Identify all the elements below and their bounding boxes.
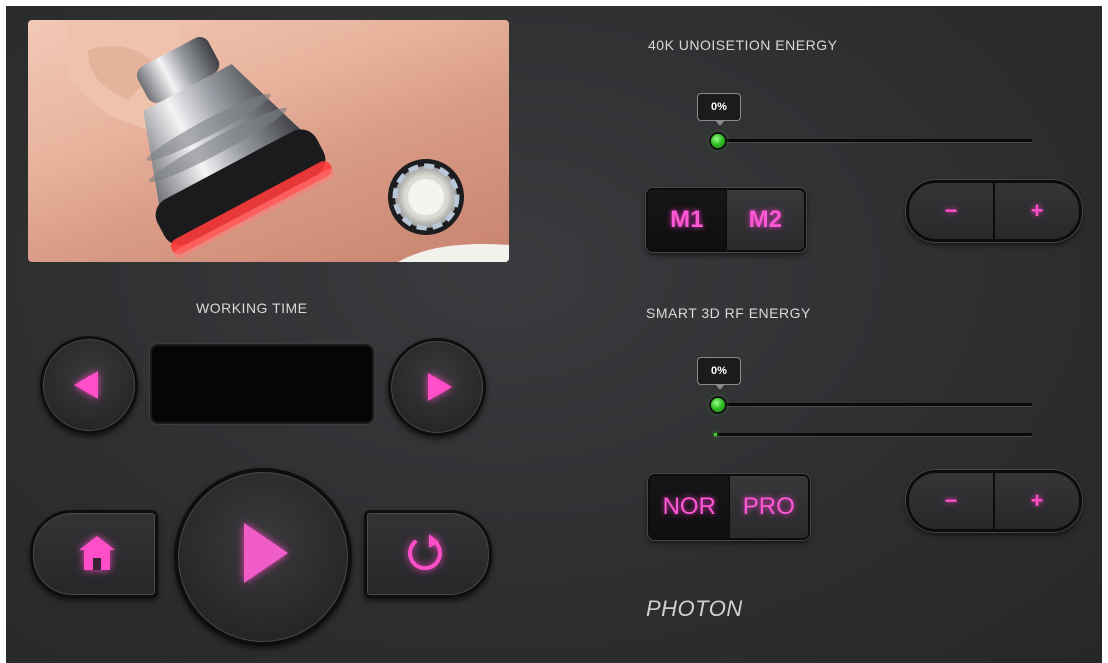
mode-pro-button[interactable]: PRO — [728, 476, 808, 538]
mode-m2-button[interactable]: M2 — [725, 190, 804, 250]
rf-mode-toggle: NOR PRO — [648, 474, 810, 540]
next-button[interactable] — [388, 338, 486, 436]
triangle-right-icon — [428, 373, 452, 401]
rf-level-bar — [714, 433, 1032, 436]
refresh-icon — [408, 534, 442, 571]
play-icon — [244, 523, 288, 583]
rf-slider-knob[interactable] — [711, 398, 725, 412]
working-time-display — [152, 346, 372, 422]
working-time-title: WORKING TIME — [196, 300, 308, 316]
rf-value-tooltip: 0% — [697, 357, 741, 390]
ultrasonic-energy-title: 40K UNOISETION ENERGY — [648, 37, 838, 53]
rf-plus-button[interactable]: + — [993, 473, 1079, 529]
mode-nor-button[interactable]: NOR — [650, 476, 729, 538]
control-panel: WORKING TIME 40K UNOISETION ENERGY 0% M1… — [6, 6, 1102, 663]
rf-stepper: − + — [906, 470, 1082, 532]
rf-slider-track[interactable] — [718, 403, 1032, 406]
ultrasonic-stepper: − + — [906, 180, 1082, 242]
ultrasonic-plus-button[interactable]: + — [993, 183, 1079, 239]
treatment-photo — [28, 20, 509, 262]
ultrasonic-minus-button[interactable]: − — [909, 183, 993, 239]
home-button[interactable] — [30, 510, 158, 598]
rf-minus-button[interactable]: − — [909, 473, 993, 529]
triangle-left-icon — [74, 371, 98, 399]
ultrasonic-slider-track[interactable] — [718, 139, 1032, 142]
ultrasonic-value-tooltip: 0% — [697, 93, 741, 126]
photon-label[interactable]: PHOTON — [646, 596, 743, 622]
reset-button[interactable] — [364, 510, 492, 598]
prev-button[interactable] — [40, 336, 138, 434]
play-button[interactable] — [174, 468, 352, 646]
ultrasonic-mode-toggle: M1 M2 — [646, 188, 806, 252]
mode-m1-button[interactable]: M1 — [648, 190, 726, 250]
ultrasonic-slider-knob[interactable] — [711, 134, 725, 148]
home-icon — [79, 536, 115, 570]
rf-energy-title: SMART 3D RF ENERGY — [646, 305, 811, 321]
